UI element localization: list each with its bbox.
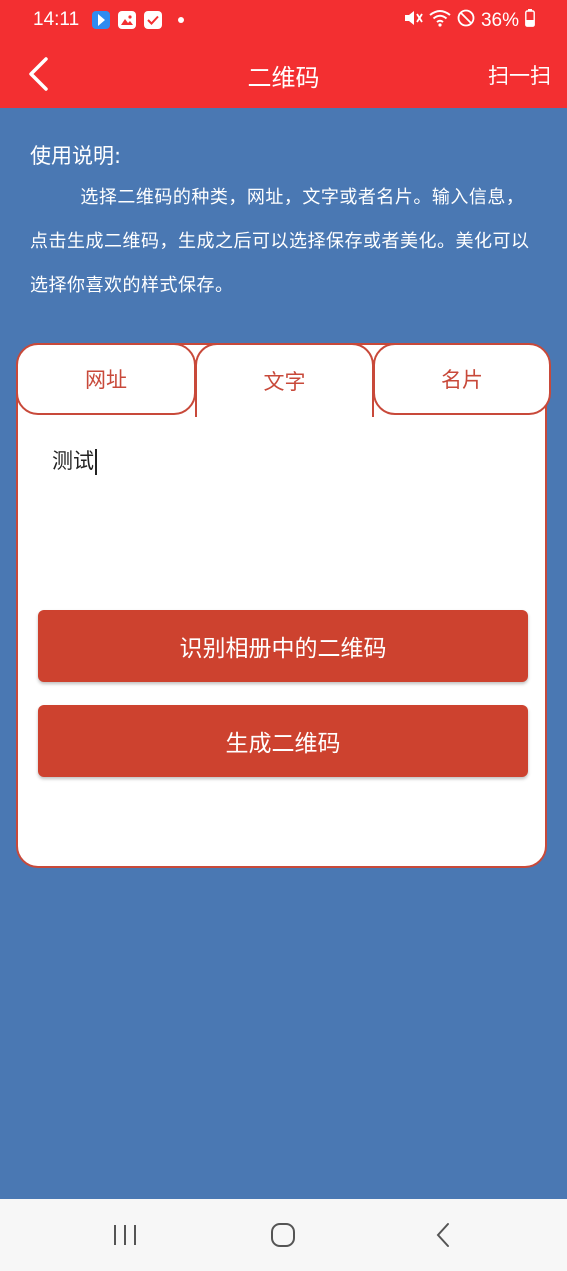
- system-nav-bar: [0, 1199, 567, 1271]
- qr-input-card: 网址 名片 文字 测试 识别相册中的二维码 生成二维码: [16, 343, 551, 868]
- recent-apps-button[interactable]: [105, 1217, 145, 1253]
- tab-url[interactable]: 网址: [16, 343, 196, 415]
- status-bar: 14:11 36%: [0, 0, 567, 40]
- instructions: 使用说明: 选择二维码的种类，网址，文字或者名片。输入信息，点击生成二维码，生成…: [30, 140, 540, 308]
- dnd-icon: [457, 9, 475, 33]
- back-icon: [436, 1223, 449, 1247]
- gallery-icon: [118, 11, 136, 29]
- battery-text: 36%: [480, 10, 519, 31]
- battery-icon: [525, 9, 535, 33]
- system-back-button[interactable]: [423, 1217, 463, 1253]
- app-notification-icon: [92, 11, 110, 29]
- wifi-icon: [429, 9, 451, 33]
- instructions-body: 选择二维码的种类，网址，文字或者名片。输入信息，点击生成二维码，生成之后可以选择…: [30, 187, 530, 296]
- text-input[interactable]: 测试: [52, 445, 97, 475]
- instructions-heading: 使用说明:: [30, 144, 122, 168]
- home-button[interactable]: [263, 1217, 303, 1253]
- recent-apps-icon: [114, 1225, 136, 1245]
- qr-type-tabs: 网址 名片 文字: [16, 343, 551, 417]
- scan-button[interactable]: 扫一扫: [488, 60, 551, 90]
- dot-icon: [178, 17, 184, 23]
- generate-qr-button[interactable]: 生成二维码: [38, 705, 528, 777]
- page-title: 二维码: [247, 64, 320, 92]
- recognize-album-qr-button[interactable]: 识别相册中的二维码: [38, 610, 528, 682]
- tab-text[interactable]: 文字: [195, 343, 374, 417]
- status-system-icons: 36%: [403, 9, 535, 33]
- home-icon: [271, 1223, 295, 1247]
- tab-business-card[interactable]: 名片: [373, 343, 551, 415]
- status-time: 14:11: [33, 9, 80, 30]
- status-notification-icons: [92, 11, 184, 29]
- mute-icon: [403, 9, 423, 33]
- text-input-value: 测试: [52, 449, 94, 473]
- checkbox-icon: [144, 11, 162, 29]
- text-cursor: [95, 449, 97, 475]
- app-bar: 二维码 扫一扫: [0, 40, 567, 108]
